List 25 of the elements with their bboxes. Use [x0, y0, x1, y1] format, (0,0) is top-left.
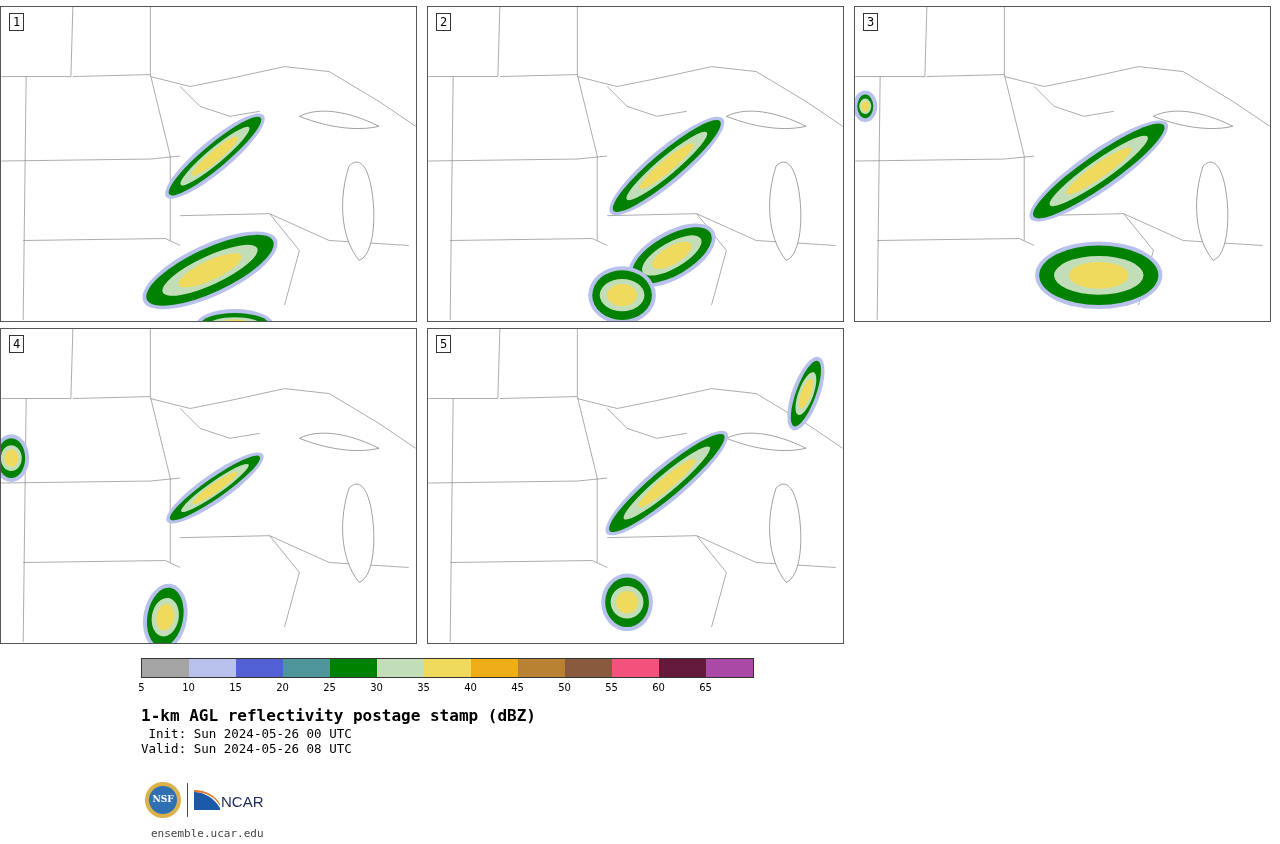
website-link[interactable]: ensemble.ucar.edu: [151, 827, 264, 840]
colorbar-tick-label: 15: [229, 682, 242, 694]
colorbar-tick-label: 45: [511, 682, 524, 694]
colorbar-tick-label: 20: [276, 682, 289, 694]
colorbar-tick-label: 50: [558, 682, 571, 694]
colorbar-tick-label: 25: [323, 682, 336, 694]
panel-number: 1: [9, 13, 25, 31]
colorbar-tick-label: 30: [370, 682, 383, 694]
colorbar-tick-label: 40: [464, 682, 477, 694]
colorbar-tick-label: 55: [605, 682, 618, 694]
colorbar-tick-label: 60: [652, 682, 665, 694]
init-time: Init: Sun 2024-05-26 00 UTC: [147, 726, 352, 741]
colorbar-tick-label: 65: [699, 682, 712, 694]
colorbar-tick-label: 5: [138, 682, 145, 694]
valid-time: Valid: Sun 2024-05-26 08 UTC: [141, 741, 352, 756]
panel-number: 4: [9, 335, 25, 353]
ncar-logo-text: NCAR: [221, 794, 264, 810]
figure-title: 1-km AGL reflectivity postage stamp (dBZ): [141, 706, 536, 726]
ncar-logo-icon: [194, 790, 220, 810]
panel-number: 2: [436, 13, 452, 31]
panel-number: 5: [436, 335, 452, 353]
colorbar-tick-label: 35: [417, 682, 430, 694]
nsf-logo-text: NSF: [152, 793, 174, 807]
panel-number: 3: [863, 13, 879, 31]
colorbar-tick-label: 10: [182, 682, 195, 694]
